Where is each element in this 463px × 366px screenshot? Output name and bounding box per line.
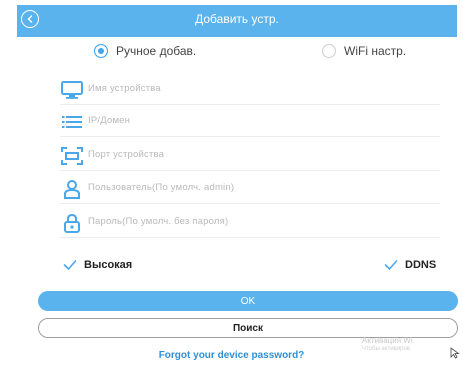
checkmark-icon [383,258,399,272]
list-icon [62,116,82,128]
page-title: Добавить устр. [195,12,279,26]
activation-watermark-text: Чтобы активиров [362,346,410,352]
password-field[interactable]: Пароль(По умолч. без пароля) [60,209,440,238]
port-icon [61,147,83,165]
cursor-icon [450,347,460,359]
ddns-label: DDNS [405,259,437,271]
high-quality-label: Высокая [84,259,133,271]
radio-wifi-label: WiFi настр. [344,44,407,58]
port-placeholder: Порт устройства [88,149,165,160]
checkmark-icon [62,258,78,272]
device-name-field[interactable]: Имя устройства [60,76,440,105]
radio-unselected-icon [322,44,336,58]
port-field[interactable]: Порт устройства [60,142,440,171]
radio-manual[interactable]: Ручное добав. [94,44,196,58]
radio-manual-label: Ручное добав. [116,44,197,58]
radio-wifi[interactable]: WiFi настр. [322,44,406,58]
radio-selected-icon [94,44,108,58]
header-bar: Добавить устр. [17,5,457,37]
user-field[interactable]: Пользователь(По умолч. admin) [60,175,440,204]
search-button[interactable]: Поиск [38,318,458,338]
password-placeholder: Пароль(По умолч. без пароля) [88,216,229,227]
ok-button[interactable]: OK [38,291,458,311]
ip-domain-placeholder: IP/Домен [88,115,131,126]
ddns-checkbox[interactable]: DDNS [383,258,436,272]
lock-icon [64,213,80,233]
ip-domain-field[interactable]: IP/Домен [60,108,440,137]
monitor-icon [61,81,83,99]
activation-watermark-title: Активация Wi [362,336,413,345]
device-name-placeholder: Имя устройства [88,83,161,94]
user-placeholder: Пользователь(По умолч. admin) [88,182,235,193]
user-icon [64,180,80,199]
high-quality-checkbox[interactable]: Высокая [62,258,132,272]
